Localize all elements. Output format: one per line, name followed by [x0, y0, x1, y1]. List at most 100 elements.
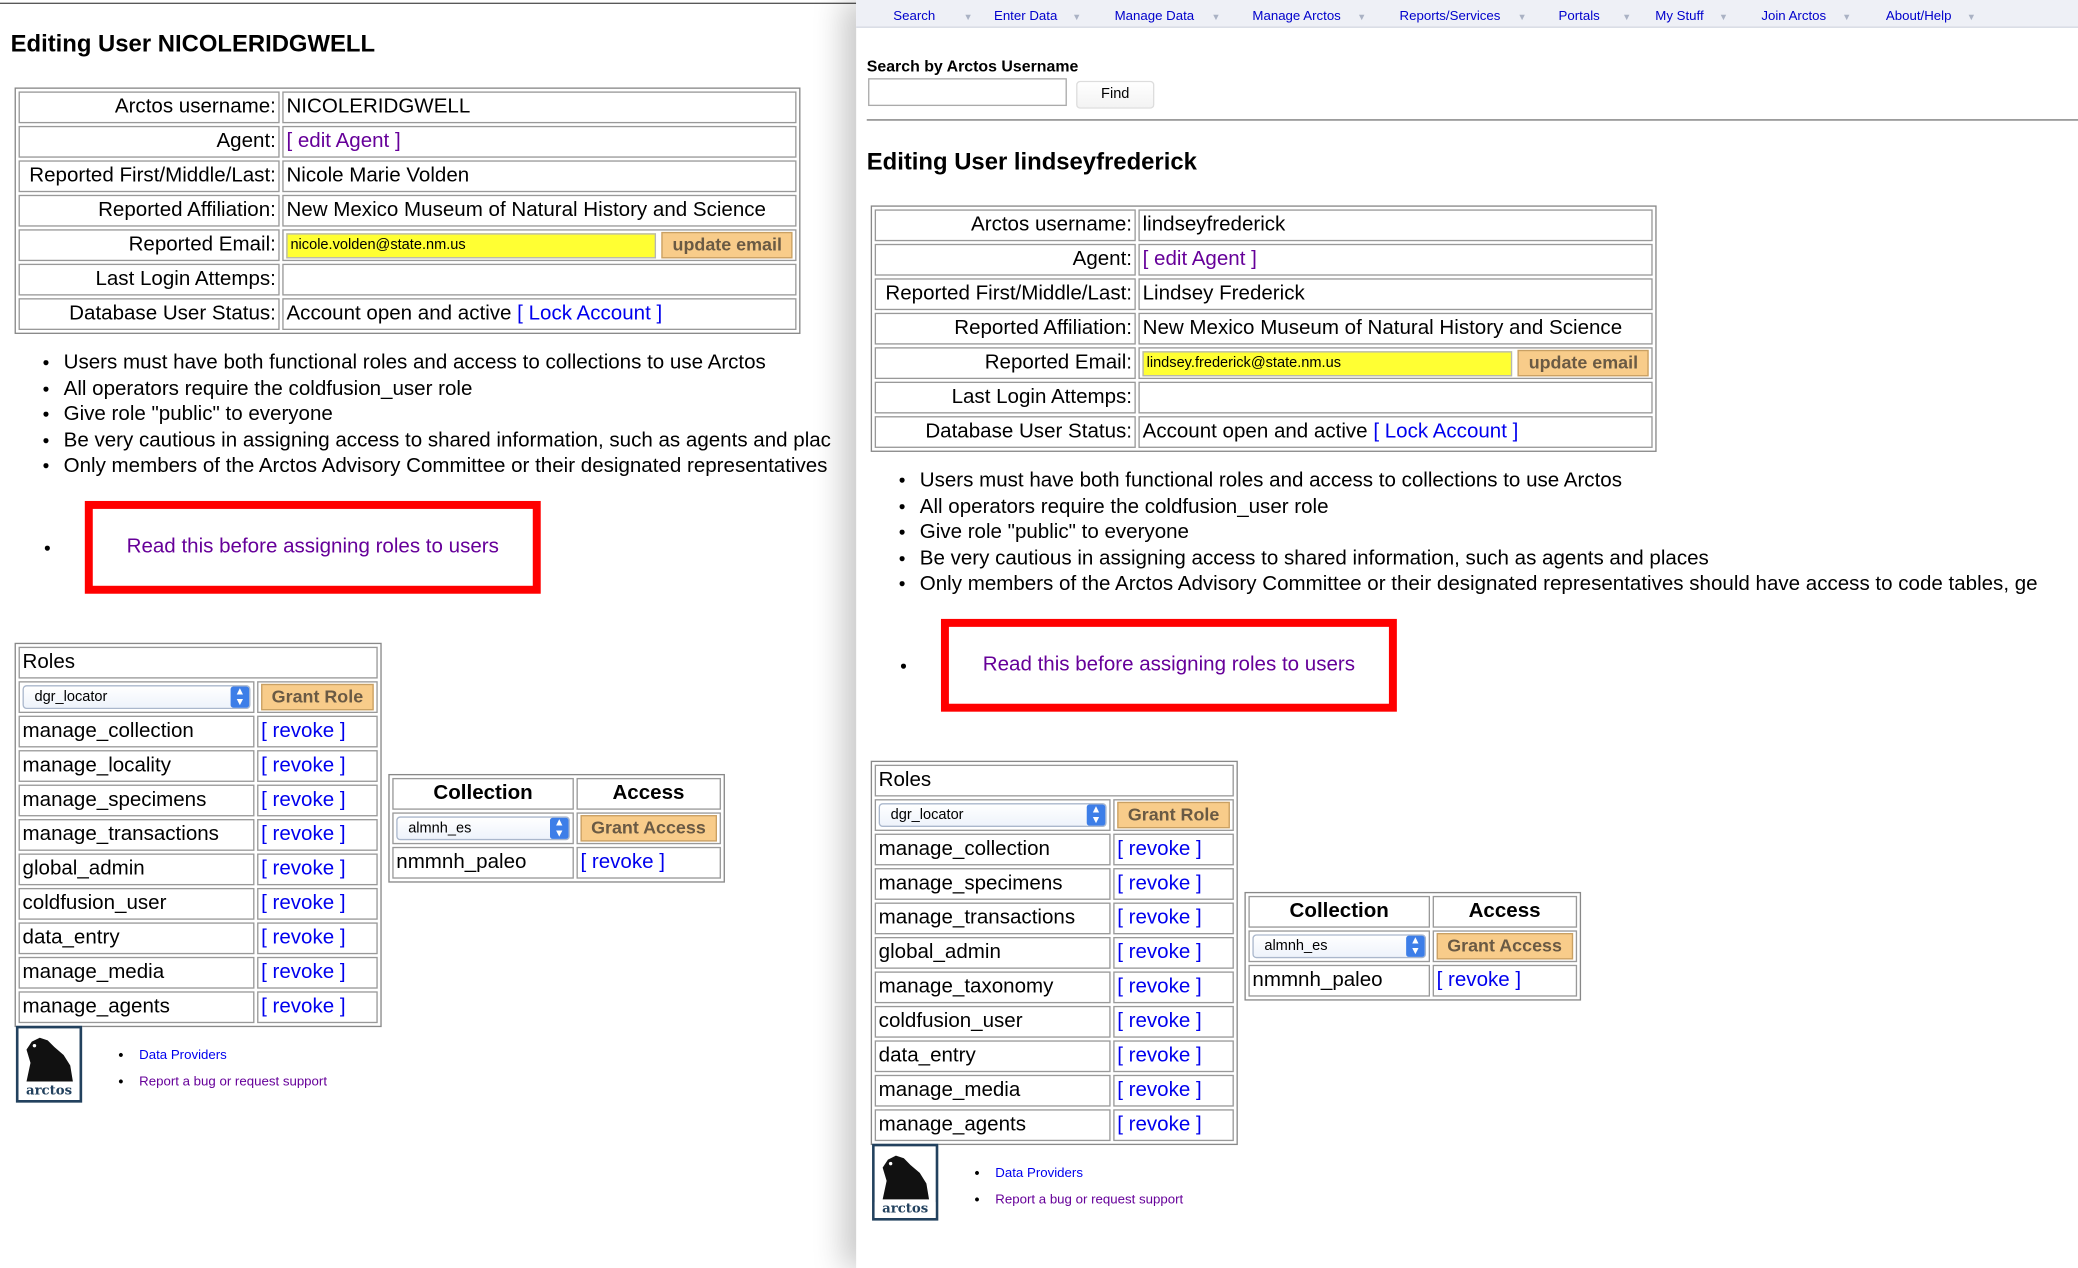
- revoke-link[interactable]: [ revoke ]: [1117, 1010, 1201, 1033]
- chevron-down-icon: ▼: [963, 13, 973, 23]
- nav-manage-data[interactable]: Manage Data: [1115, 0, 1195, 27]
- access-header: Access: [576, 777, 721, 810]
- role-row: manage_collection [ revoke ]: [874, 833, 1234, 866]
- revoke-link[interactable]: [ revoke ]: [261, 892, 345, 915]
- role-name: coldfusion_user: [18, 887, 255, 920]
- role-row: manage_media [ revoke ]: [874, 1074, 1234, 1107]
- logo-text: arctos: [874, 1202, 936, 1218]
- data-providers-link[interactable]: Data Providers: [139, 1048, 227, 1063]
- collection-select[interactable]: almnh_es ▲ ▼: [396, 816, 570, 841]
- grant-role-button[interactable]: Grant Role: [1117, 801, 1230, 829]
- roles-header: Roles: [874, 764, 1234, 797]
- status-value: Account open and active: [286, 302, 512, 325]
- revoke-link[interactable]: [ revoke ]: [1117, 1079, 1201, 1102]
- update-email-button[interactable]: update email: [661, 231, 793, 259]
- grant-role-button[interactable]: Grant Role: [261, 683, 374, 711]
- revoke-link[interactable]: [ revoke ]: [261, 720, 345, 743]
- role-row: manage_taxonomy [ revoke ]: [874, 971, 1234, 1004]
- nav-about-help[interactable]: About/Help: [1886, 0, 1952, 27]
- edit-agent-link[interactable]: [ edit Agent ]: [1143, 248, 1257, 271]
- collection-select-value: almnh_es: [1264, 938, 1328, 955]
- revoke-link[interactable]: [ revoke ]: [1437, 969, 1521, 992]
- role-select[interactable]: dgr_locator ▲ ▼: [878, 803, 1107, 827]
- revoke-link[interactable]: [ revoke ]: [1117, 1044, 1201, 1067]
- arctos-logo[interactable]: arctos: [872, 1143, 939, 1221]
- update-email-button[interactable]: update email: [1518, 349, 1649, 377]
- revoke-link[interactable]: [ revoke ]: [1117, 1113, 1201, 1136]
- email-row: Reported Email: nicole.volden@state.nm.us…: [18, 229, 797, 262]
- edit-agent-link[interactable]: [ edit Agent ]: [286, 130, 400, 153]
- lock-account-link[interactable]: [ Lock Account ]: [517, 302, 662, 325]
- arctos-logo[interactable]: arctos: [15, 1025, 83, 1103]
- email-input[interactable]: nicole.volden@state.nm.us: [286, 232, 657, 258]
- footer-links: Data Providers Report a bug or request s…: [118, 1043, 327, 1096]
- grant-access-button[interactable]: Grant Access: [580, 815, 717, 842]
- role-name: manage_collection: [18, 715, 255, 748]
- username-search-input[interactable]: [868, 78, 1067, 107]
- revoke-link[interactable]: [ revoke ]: [261, 789, 345, 812]
- revoke-link[interactable]: [ revoke ]: [580, 851, 664, 874]
- username-label: Arctos username:: [18, 91, 280, 124]
- nav-reports-services[interactable]: Reports/Services: [1400, 0, 1501, 27]
- login-row: Last Login Attemps:: [874, 381, 1653, 414]
- revoke-link[interactable]: [ revoke ]: [261, 926, 345, 949]
- status-label: Database User Status:: [874, 416, 1136, 448]
- name-value: Lindsey Frederick: [1138, 278, 1653, 311]
- note-item: Be very cautious in assigning access to …: [11, 427, 831, 453]
- revoke-link[interactable]: [ revoke ]: [1117, 975, 1201, 998]
- nav-search[interactable]: Search: [893, 0, 935, 27]
- role-name: manage_locality: [18, 750, 255, 782]
- right-window: Search ▼ Enter Data ▼ Manage Data ▼ Mana…: [856, 0, 2078, 1268]
- revoke-link[interactable]: [ revoke ]: [261, 995, 345, 1018]
- role-row: global_admin [ revoke ]: [18, 853, 378, 886]
- footer-links: Data Providers Report a bug or request s…: [974, 1161, 1183, 1214]
- note-item: Give role "public" to everyone: [867, 520, 2038, 546]
- affiliation-row: Reported Affiliation: New Mexico Museum o…: [18, 194, 797, 227]
- report-bug-link[interactable]: Report a bug or request support: [139, 1075, 327, 1090]
- affiliation-label: Reported Affiliation:: [874, 312, 1136, 345]
- chevron-down-icon: ▼: [1718, 13, 1729, 23]
- logo-text: arctos: [18, 1084, 80, 1100]
- revoke-link[interactable]: [ revoke ]: [1117, 838, 1201, 861]
- bullet-icon: ●: [899, 658, 908, 672]
- name-row: Reported First/Middle/Last: Nicole Marie …: [18, 160, 797, 193]
- nav-join-arctos[interactable]: Join Arctos: [1761, 0, 1826, 27]
- page-title: Editing User NICOLERIDGWELL: [10, 30, 376, 57]
- nav-enter-data[interactable]: Enter Data: [994, 0, 1057, 27]
- revoke-link[interactable]: [ revoke ]: [1117, 872, 1201, 895]
- revoke-link[interactable]: [ revoke ]: [261, 823, 345, 846]
- chevron-down-icon: ▼: [1517, 13, 1527, 23]
- role-row: data_entry [ revoke ]: [874, 1040, 1234, 1073]
- role-select[interactable]: dgr_locator ▲ ▼: [22, 685, 251, 709]
- role-select-value: dgr_locator: [890, 807, 964, 823]
- find-button[interactable]: Find: [1076, 80, 1155, 109]
- role-select-value: dgr_locator: [34, 689, 108, 705]
- email-row: Reported Email: lindsey.frederick@state.n…: [874, 347, 1653, 380]
- report-bug-link[interactable]: Report a bug or request support: [995, 1193, 1183, 1208]
- chevron-down-icon: ▼: [1966, 13, 1976, 23]
- read-roles-link[interactable]: Read this before assigning roles to user…: [983, 653, 1355, 677]
- grant-access-button[interactable]: Grant Access: [1436, 933, 1573, 960]
- data-providers-link[interactable]: Data Providers: [995, 1166, 1083, 1181]
- revoke-link[interactable]: [ revoke ]: [261, 961, 345, 984]
- role-name: manage_transactions: [18, 819, 255, 851]
- role-name: global_admin: [18, 853, 255, 886]
- role-row: manage_specimens [ revoke ]: [874, 868, 1234, 900]
- role-name: manage_specimens: [18, 784, 255, 817]
- page-title: Editing User lindseyfrederick: [866, 148, 1197, 175]
- role-row: data_entry [ revoke ]: [18, 922, 378, 955]
- email-input[interactable]: lindsey.frederick@state.nm.us: [1142, 350, 1513, 376]
- revoke-link[interactable]: [ revoke ]: [261, 754, 345, 777]
- revoke-link[interactable]: [ revoke ]: [1117, 907, 1201, 930]
- lock-account-link[interactable]: [ Lock Account ]: [1373, 420, 1518, 443]
- revoke-link[interactable]: [ revoke ]: [1117, 941, 1201, 964]
- read-roles-link[interactable]: Read this before assigning roles to user…: [127, 535, 499, 559]
- username-row: Arctos username: NICOLERIDGWELL: [18, 91, 797, 124]
- status-label: Database User Status:: [18, 298, 280, 330]
- nav-my-stuff[interactable]: My Stuff: [1655, 0, 1703, 27]
- collection-select[interactable]: almnh_es ▲ ▼: [1252, 934, 1427, 959]
- nav-portals[interactable]: Portals: [1559, 0, 1600, 27]
- revoke-link[interactable]: [ revoke ]: [261, 857, 345, 880]
- nav-manage-arctos[interactable]: Manage Arctos: [1252, 0, 1340, 27]
- user-info-table: Arctos username: lindseyfrederick Agent: […: [870, 205, 1657, 452]
